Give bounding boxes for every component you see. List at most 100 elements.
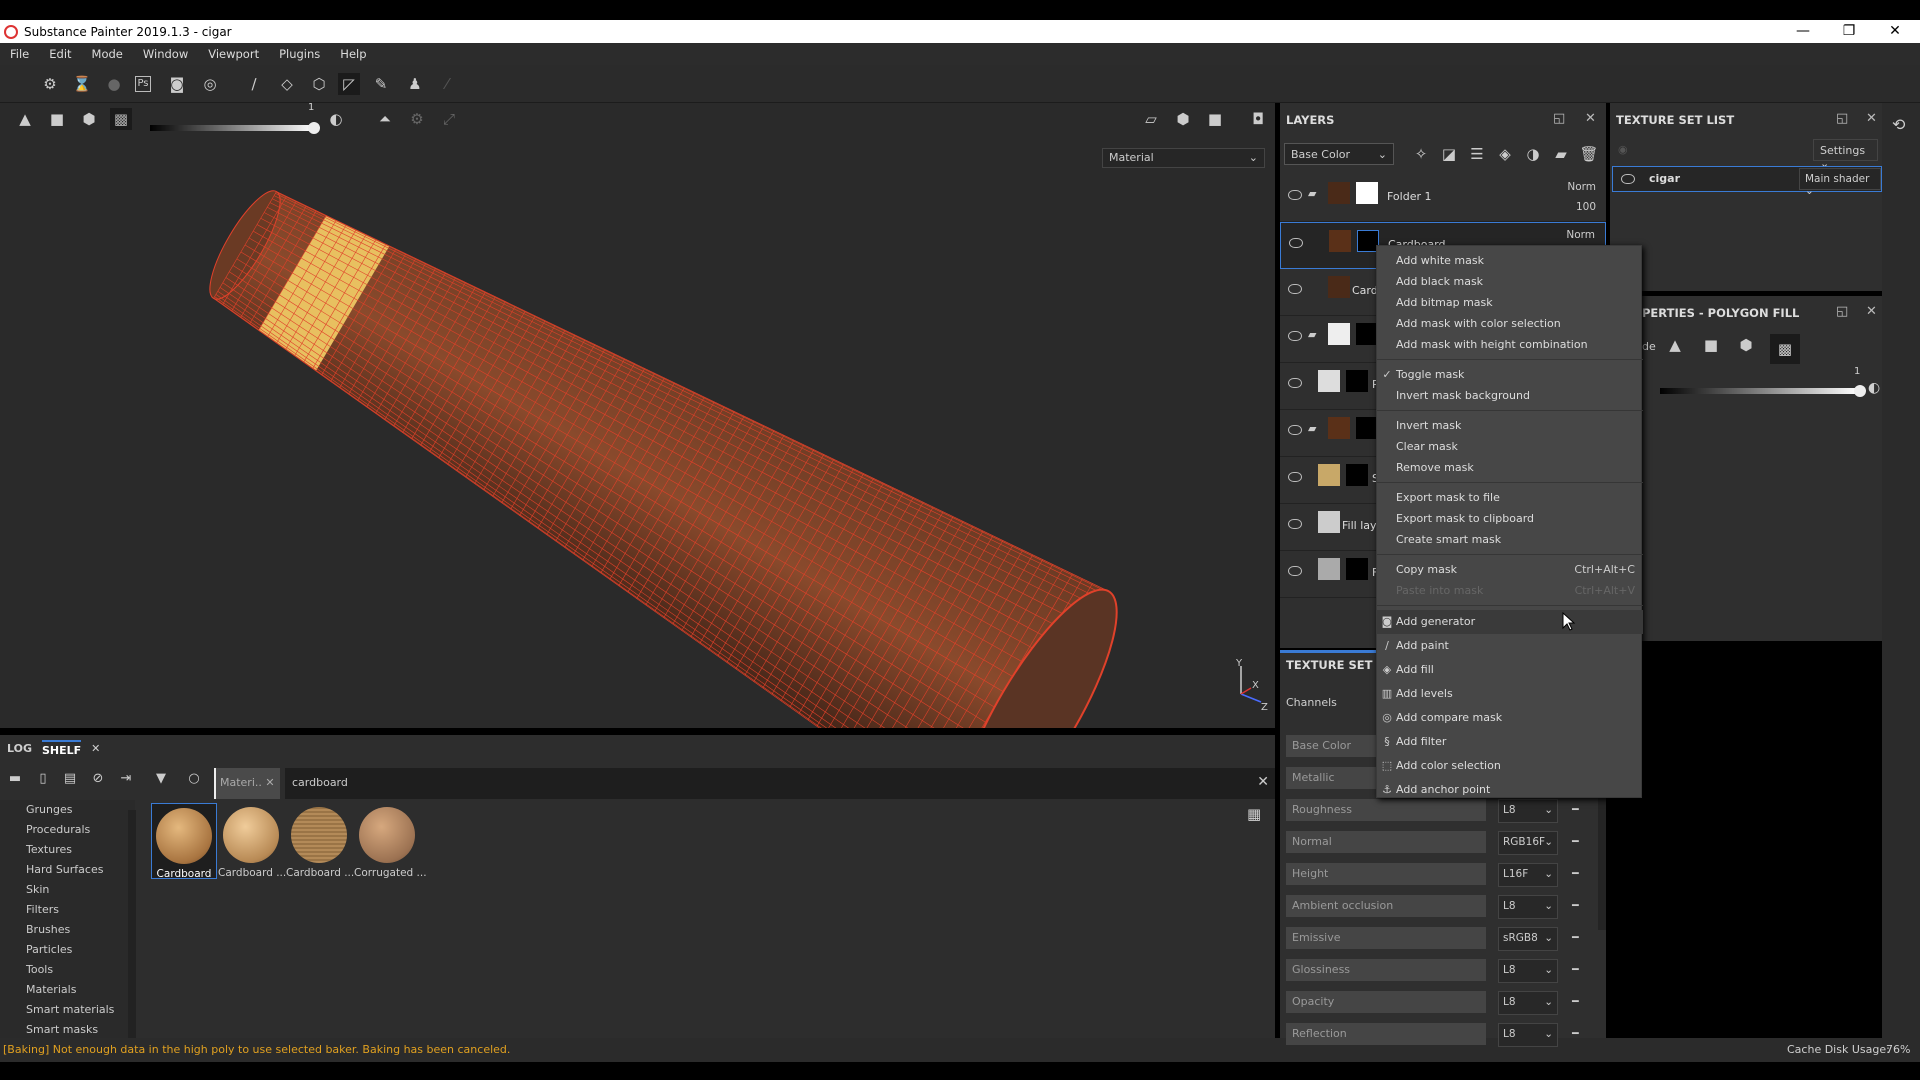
layer-row[interactable]: ▰ Folder 1 Norm 100 xyxy=(1280,175,1606,222)
close-window-button[interactable]: ✕ xyxy=(1872,20,1918,43)
float-panel-icon[interactable]: ◱ xyxy=(1553,111,1565,126)
menu-item-add-compare-mask[interactable]: ◎ Add compare mask xyxy=(1377,706,1643,730)
new-shelf-icon[interactable]: ▯ xyxy=(32,768,54,790)
remove-channel-icon[interactable]: ━ xyxy=(1572,867,1579,880)
float-panel-icon[interactable]: ◱ xyxy=(1836,304,1848,319)
add-folder-icon[interactable]: ▰ xyxy=(1550,143,1572,165)
menu-help[interactable]: Help xyxy=(330,47,376,61)
hourglass-icon[interactable]: ⌛ xyxy=(71,73,93,95)
shelf-search-input[interactable]: cardboard ✕ xyxy=(285,768,1275,799)
channel-format-dropdown[interactable]: L8 ⌄ xyxy=(1498,895,1558,919)
eye-icon[interactable] xyxy=(1288,472,1302,482)
polygon-fill-icon[interactable]: ◸ xyxy=(338,73,360,95)
minimize-button[interactable]: — xyxy=(1780,20,1826,43)
add-mask-icon[interactable]: ◪ xyxy=(1438,143,1460,165)
substance-share-icon[interactable]: ● xyxy=(103,73,125,95)
clear-search-icon[interactable]: ✕ xyxy=(1257,774,1269,790)
category-hard-surfaces[interactable]: Hard Surfaces xyxy=(0,860,135,880)
polygon-fill-icon[interactable]: ■ xyxy=(1700,334,1722,356)
layer-name[interactable]: Card xyxy=(1352,284,1378,297)
menu-item-add-paint[interactable]: ∕ Add paint xyxy=(1377,634,1643,658)
menu-item-export-mask-to-file[interactable]: Export mask to file xyxy=(1377,487,1643,508)
3d-viewport[interactable]: ▲ ■ ⬢ ▩ 1 ◐ ⏶ ⚙ ⤢ ▱ ⬢ ■ ◘ Material ⌄ Y X … xyxy=(0,102,1275,728)
category-filters[interactable]: Filters xyxy=(0,900,135,920)
eraser-icon[interactable]: ◇ xyxy=(276,73,298,95)
filter-icon[interactable]: ▼ xyxy=(150,768,172,790)
hide-icon[interactable]: ⊘ xyxy=(87,768,109,790)
close-panel-icon[interactable]: ✕ xyxy=(1866,304,1877,319)
substance-source-icon[interactable]: ◎ xyxy=(199,73,221,95)
add-fill-layer-icon[interactable]: ◈ xyxy=(1494,143,1516,165)
visibility-icon[interactable]: ◉ xyxy=(1618,143,1628,156)
menu-item-copy-mask[interactable]: Copy mask Ctrl+Alt+C xyxy=(1377,559,1643,580)
channel-format-dropdown[interactable]: L16F ⌄ xyxy=(1498,863,1558,887)
invert-icon[interactable]: ◐ xyxy=(1868,380,1880,396)
shelf-item[interactable]: Cardboard ... xyxy=(218,803,286,879)
remove-channel-icon[interactable]: ━ xyxy=(1572,963,1579,976)
photoshop-export-icon[interactable]: Ps xyxy=(135,76,151,92)
restore-button[interactable]: ❐ xyxy=(1826,20,1872,43)
shelf-item[interactable]: Cardboard ... xyxy=(286,803,354,879)
mask-thumbnail[interactable] xyxy=(1356,417,1378,439)
category-materials[interactable]: Materials xyxy=(0,980,135,1000)
grid-view-icon[interactable]: ▦ xyxy=(1247,805,1261,823)
texture-set-row[interactable]: cigar Main shader ⌄ xyxy=(1612,166,1882,197)
close-panel-icon[interactable]: ✕ xyxy=(1585,111,1596,126)
blend-mode-dropdown[interactable]: Norm xyxy=(1567,181,1596,193)
mask-thumbnail[interactable] xyxy=(1346,370,1368,392)
menu-window[interactable]: Window xyxy=(133,47,198,61)
paint-brush-icon[interactable]: ∕ xyxy=(243,73,265,95)
eye-icon[interactable] xyxy=(1288,519,1302,529)
category-procedurals[interactable]: Procedurals xyxy=(0,820,135,840)
refresh-icon[interactable]: ○ xyxy=(183,768,205,790)
color-picker-icon[interactable]: ⁄ xyxy=(436,73,458,95)
channel-format-dropdown[interactable]: L8 ⌄ xyxy=(1498,799,1558,823)
menu-item-invert-mask-background[interactable]: Invert mask background xyxy=(1377,385,1643,406)
category-smart-masks[interactable]: Smart masks xyxy=(0,1020,135,1040)
menu-plugins[interactable]: Plugins xyxy=(269,47,330,61)
remove-channel-icon[interactable]: ━ xyxy=(1572,803,1579,816)
category-skin[interactable]: Skin xyxy=(0,880,135,900)
opacity-dropdown[interactable]: 100 xyxy=(1576,201,1596,213)
menu-item-invert-mask[interactable]: Invert mask xyxy=(1377,415,1643,436)
close-panel-icon[interactable]: ✕ xyxy=(1866,111,1877,126)
menu-item-add-bitmap-mask[interactable]: Add bitmap mask xyxy=(1377,292,1643,313)
channel-format-dropdown[interactable]: L8 ⌄ xyxy=(1498,991,1558,1015)
menu-item-add-color-selection[interactable]: ⬚ Add color selection xyxy=(1377,754,1643,778)
add-smart-mask-icon[interactable]: ◑ xyxy=(1522,143,1544,165)
shader-dropdown[interactable]: Main shader ⌄ xyxy=(1799,168,1881,197)
eye-icon[interactable] xyxy=(1288,566,1302,576)
menu-item-add-filter[interactable]: § Add filter xyxy=(1377,730,1643,754)
remove-channel-icon[interactable]: ━ xyxy=(1572,835,1579,848)
close-shelf-tab-icon[interactable]: ✕ xyxy=(91,742,100,755)
channel-dropdown[interactable]: Base Color ⌄ xyxy=(1284,143,1394,165)
eye-icon[interactable] xyxy=(1288,378,1302,388)
menu-item-add-white-mask[interactable]: Add white mask xyxy=(1377,250,1643,271)
channel-format-dropdown[interactable]: sRGB8 ⌄ xyxy=(1498,927,1558,951)
save-icon[interactable]: ▤ xyxy=(59,768,81,790)
menu-item-export-mask-to-clipboard[interactable]: Export mask to clipboard xyxy=(1377,508,1643,529)
mask-thumbnail[interactable] xyxy=(1356,323,1378,345)
substance-icon[interactable]: ⚙ xyxy=(39,73,61,95)
folder-icon[interactable]: ▬ xyxy=(4,768,26,790)
eye-icon[interactable] xyxy=(1288,331,1302,341)
menu-item-create-smart-mask[interactable]: Create smart mask xyxy=(1377,529,1643,550)
clone-stamp-icon[interactable]: ♟ xyxy=(404,73,426,95)
remove-channel-icon[interactable]: ━ xyxy=(1572,899,1579,912)
menu-mode[interactable]: Mode xyxy=(82,47,133,61)
filter-tag[interactable]: Materi.. ✕ xyxy=(214,768,280,799)
menu-item-toggle-mask[interactable]: ✓ Toggle mask xyxy=(1377,364,1643,385)
smudge-icon[interactable]: ✎ xyxy=(370,73,392,95)
bake-icon[interactable]: ◙ xyxy=(166,73,188,95)
category-grunges[interactable]: Grunges xyxy=(0,800,135,820)
channel-format-dropdown[interactable]: L8 ⌄ xyxy=(1498,959,1558,983)
mask-thumbnail[interactable] xyxy=(1356,182,1378,204)
eye-icon[interactable] xyxy=(1288,425,1302,435)
menu-item-add-mask-with-height-combination[interactable]: Add mask with height combination xyxy=(1377,334,1643,355)
tab-shelf[interactable]: SHELF xyxy=(42,739,82,757)
category-smart-materials[interactable]: Smart materials xyxy=(0,1000,135,1020)
eye-icon[interactable] xyxy=(1621,174,1635,184)
menu-item-remove-mask[interactable]: Remove mask xyxy=(1377,457,1643,478)
projection-icon[interactable]: ⬡ xyxy=(308,73,330,95)
eye-icon[interactable] xyxy=(1288,284,1302,294)
